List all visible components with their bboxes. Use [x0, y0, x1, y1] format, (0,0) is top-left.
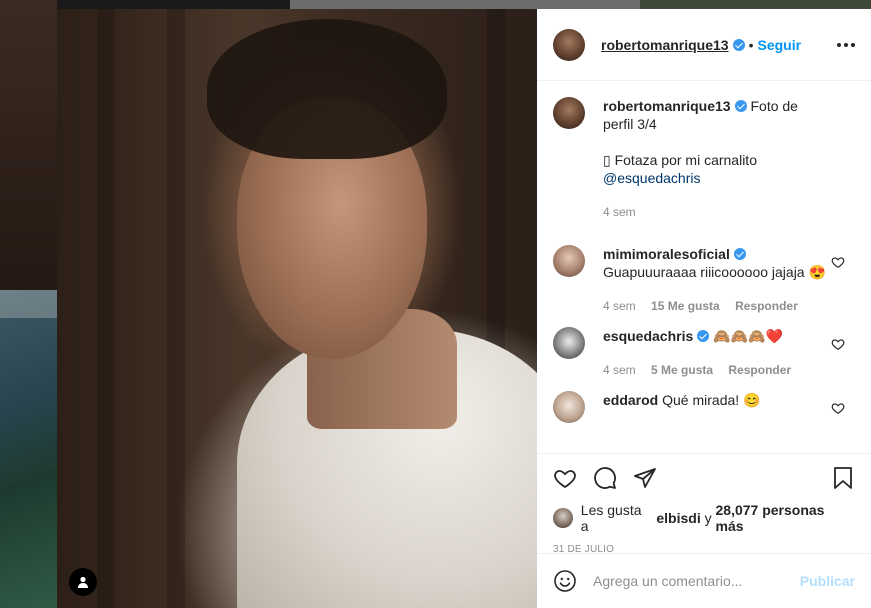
photo-hair — [207, 19, 447, 159]
comment-body: esquedachris 🙈🙈🙈❤️ 4 sem 5 Me gusta Resp… — [603, 327, 831, 379]
publish-button[interactable]: Publicar — [800, 573, 855, 589]
comment-item: esquedachris 🙈🙈🙈❤️ 4 sem 5 Me gusta Resp… — [553, 327, 855, 379]
caption-meta: 4 sem — [603, 203, 831, 221]
add-comment-bar: Agrega un comentario... Publicar — [537, 553, 871, 608]
avatar[interactable] — [553, 391, 585, 423]
caption-mention-link[interactable]: @esquedachris — [603, 170, 701, 186]
reply-button[interactable]: Responder — [735, 299, 798, 313]
comment-text: Qué mirada! 😊 — [662, 392, 761, 408]
comment-icon[interactable] — [593, 466, 617, 490]
background-feed-tile[interactable] — [290, 0, 640, 9]
emoji-icon[interactable] — [553, 569, 577, 593]
comment-item: mimimoralesoficial Guapuuuraaaa riiicooo… — [553, 245, 855, 315]
curtain-shadow — [167, 9, 185, 608]
reply-button[interactable]: Responder — [728, 363, 791, 377]
post-photo[interactable] — [57, 9, 537, 608]
action-icons-row — [553, 454, 855, 502]
follow-button[interactable]: Seguir — [758, 37, 802, 53]
share-icon[interactable] — [633, 466, 657, 490]
heart-icon[interactable] — [831, 255, 845, 269]
comment-username[interactable]: eddarod — [603, 392, 658, 408]
post-header: robertomanrique13 • Seguir — [537, 9, 871, 81]
comment-likes-link[interactable]: 15 Me gusta — [651, 299, 720, 313]
likes-count-link[interactable]: 28,077 personas más — [716, 502, 855, 534]
comment-likes-link[interactable]: 5 Me gusta — [651, 363, 713, 377]
likes-summary: Les gusta a elbisdi y 28,077 personas má… — [553, 502, 855, 534]
comment-username[interactable]: mimimoralesoficial — [603, 246, 730, 262]
bookmark-icon[interactable] — [831, 466, 855, 490]
user-tag-icon — [78, 576, 88, 588]
caption-text-line: ▯ Fotaza por mi carnalito — [603, 152, 757, 168]
verified-icon — [734, 100, 747, 112]
comment-meta: 4 sem 15 Me gusta Responder — [603, 297, 831, 315]
comment-username[interactable]: esquedachris — [603, 328, 693, 344]
comment-item: eddarod Qué mirada! 😊 — [553, 391, 855, 423]
likes-user-link[interactable]: elbisdi — [656, 510, 700, 526]
post-actions: Les gusta a elbisdi y 28,077 personas má… — [537, 453, 871, 555]
background-feed-tile[interactable] — [0, 0, 57, 290]
verified-icon — [732, 38, 745, 51]
heart-icon[interactable] — [553, 466, 577, 490]
comment-body: mimimoralesoficial Guapuuuraaaa riiicooo… — [603, 245, 831, 315]
caption-username[interactable]: robertomanrique13 — [603, 98, 731, 114]
curtain-shadow — [97, 9, 115, 608]
comments-list[interactable]: robertomanrique13 Foto de perfil 3/4 ▯ F… — [537, 81, 871, 453]
heart-icon[interactable] — [831, 401, 845, 415]
verified-icon — [697, 330, 710, 342]
avatar[interactable] — [553, 245, 585, 277]
avatar[interactable] — [553, 508, 573, 528]
user-tag-button[interactable] — [69, 568, 97, 596]
separator-dot: • — [748, 36, 754, 53]
likes-connector: y — [704, 510, 712, 526]
post-modal-stage: robertomanrique13 • Seguir robertomanriq… — [0, 0, 871, 608]
avatar[interactable] — [553, 97, 585, 129]
verified-icon — [733, 248, 746, 260]
avatar[interactable] — [553, 28, 585, 61]
post-side-panel: robertomanrique13 • Seguir robertomanriq… — [537, 9, 871, 608]
more-options-icon[interactable] — [837, 42, 855, 47]
likes-prefix: Les gusta a — [580, 502, 642, 534]
background-feed-tile[interactable] — [640, 0, 871, 9]
comment-text: 🙈🙈🙈❤️ — [713, 328, 783, 344]
comment-text: Guapuuuraaaa riiicoooooo jajaja 😍 — [603, 264, 826, 280]
avatar[interactable] — [553, 327, 585, 359]
background-feed-tile[interactable] — [0, 290, 57, 608]
comment-time[interactable]: 4 sem — [603, 363, 636, 377]
post-author-username[interactable]: robertomanrique13 — [601, 37, 729, 53]
comment-meta: 4 sem 5 Me gusta Responder — [603, 361, 831, 379]
caption-time[interactable]: 4 sem — [603, 205, 636, 219]
caption: robertomanrique13 Foto de perfil 3/4 ▯ F… — [553, 97, 855, 221]
comment-time[interactable]: 4 sem — [603, 299, 636, 313]
heart-icon[interactable] — [831, 337, 845, 351]
caption-body: robertomanrique13 Foto de perfil 3/4 ▯ F… — [603, 97, 831, 221]
comment-input[interactable]: Agrega un comentario... — [593, 573, 800, 589]
comment-body: eddarod Qué mirada! 😊 — [603, 391, 831, 409]
